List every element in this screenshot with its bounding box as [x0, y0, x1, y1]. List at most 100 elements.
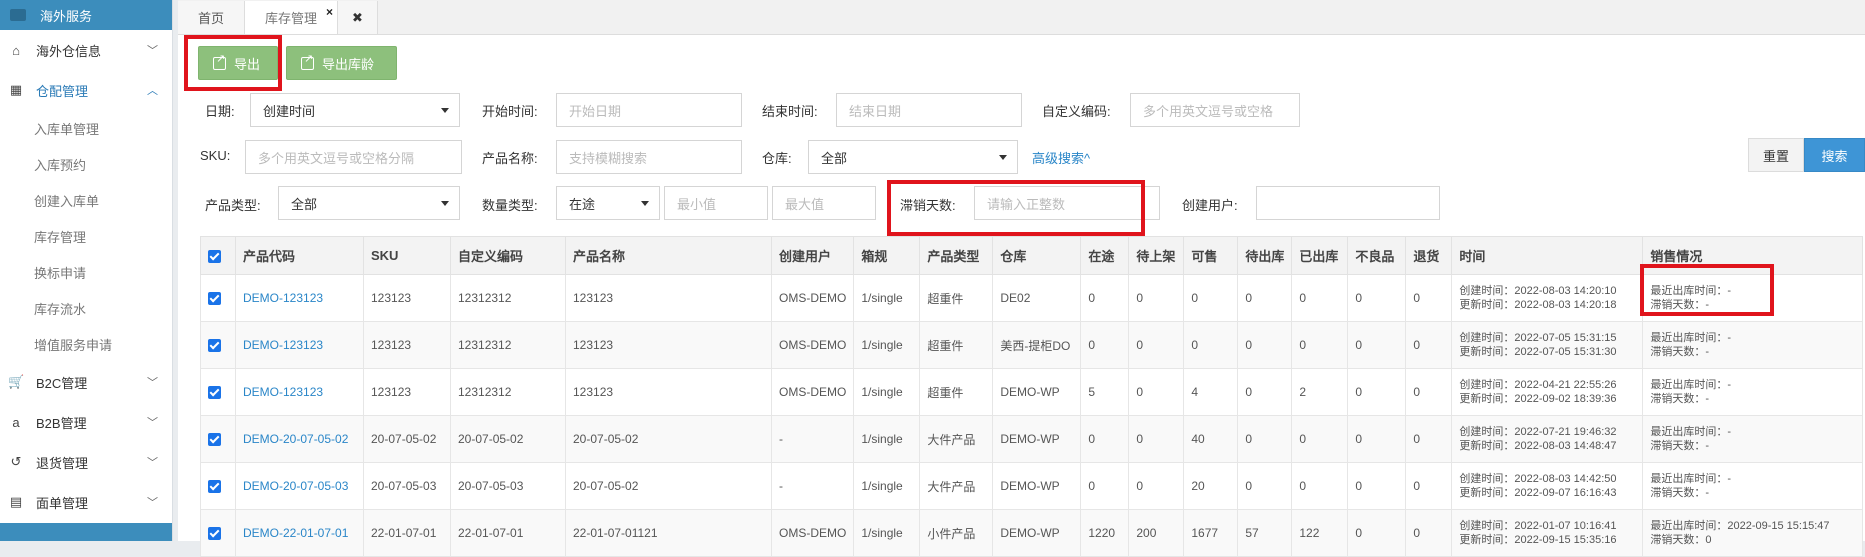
cell-transit: 0: [1080, 274, 1130, 322]
cell-shipped: 0: [1291, 321, 1349, 369]
sidebar-item-label: 海外仓信息: [36, 43, 102, 59]
product-code-link[interactable]: DEMO-123123: [235, 368, 364, 416]
table-row[interactable]: DEMO-123123 123123 12312312 123123 OMS-DEMO 1…: [200, 368, 1864, 416]
row-checkbox[interactable]: [200, 368, 236, 416]
cell-sales: 最近出库时间：- 滞销天数：-: [1642, 321, 1864, 369]
checkbox-checked-icon: [208, 339, 221, 353]
sidebar-sub-inventory[interactable]: 库存管理: [0, 218, 172, 254]
product-code-link[interactable]: DEMO-123123: [235, 321, 364, 369]
cell-defective: 0: [1347, 321, 1407, 369]
chevron-down-icon: ﹀: [147, 497, 158, 509]
sidebar-sub-inbound-booking[interactable]: 入库预约: [0, 146, 172, 182]
product-code-link[interactable]: DEMO-123123: [235, 274, 364, 322]
cell-box: 1/single: [853, 274, 921, 322]
column-header: 已出库: [1291, 236, 1349, 275]
sales-last-out: 最近出库时间：-: [1650, 285, 1732, 297]
custom-code-input[interactable]: 多个用英文逗号或空格: [1130, 93, 1300, 127]
cell-type: 超重件: [919, 368, 994, 416]
cell-sales: 最近出库时间：- 滞销天数：-: [1642, 462, 1864, 510]
sidebar-sub-inbound-orders[interactable]: 入库单管理: [0, 110, 172, 146]
sidebar-sub-relabel[interactable]: 换标申请: [0, 254, 172, 290]
cell-box: 1/single: [853, 415, 921, 463]
sidebar-item-returns[interactable]: ↺ 退货管理 ﹀: [0, 442, 172, 482]
table-row[interactable]: DEMO-123123 123123 12312312 123123 OMS-DEMO 1…: [200, 274, 1864, 322]
chevron-up-icon: ︿: [147, 85, 158, 97]
checkbox-checked-icon: [208, 292, 221, 306]
export-button[interactable]: 导出: [198, 46, 278, 80]
table-row[interactable]: DEMO-123123 123123 12312312 123123 OMS-DEMO 1…: [200, 321, 1864, 369]
cell-warehouse: 美西-提柜DO: [992, 321, 1082, 369]
sidebar-sub-create-inbound[interactable]: 创建入库单: [0, 182, 172, 218]
cell-shipped: 0: [1291, 415, 1349, 463]
time-created: 创建时间：2022-01-07 10:16:41: [1459, 520, 1617, 532]
time-updated: 更新时间：2022-09-02 18:39:36: [1459, 393, 1617, 405]
row-checkbox[interactable]: [200, 509, 236, 557]
cell-sellable: 0: [1183, 321, 1239, 369]
date-type-select[interactable]: 创建时间: [250, 93, 460, 127]
sidebar-sub-inventory-flow[interactable]: 库存流水: [0, 290, 172, 326]
start-date-input[interactable]: 开始日期: [556, 93, 742, 127]
cell-warehouse: DEMO-WP: [992, 415, 1082, 463]
product-name-input[interactable]: 支持模糊搜索: [556, 140, 742, 174]
search-button[interactable]: 搜索: [1804, 138, 1865, 172]
warehouse-select[interactable]: 全部: [808, 140, 1018, 174]
column-header: 待上架: [1128, 236, 1185, 275]
row-checkbox[interactable]: [200, 274, 236, 322]
column-header: 仓库: [992, 236, 1082, 275]
sidebar-bottom-item[interactable]: [0, 523, 172, 541]
sales-stagnant: 滞销天数：-: [1650, 440, 1710, 452]
export-age-button[interactable]: 导出库龄: [286, 46, 397, 80]
close-all-tabs-button[interactable]: ✖: [338, 1, 378, 34]
cell-sellable: 1677: [1183, 509, 1239, 557]
sidebar-item-fulfillment[interactable]: ▦ 仓配管理 ︿: [0, 70, 172, 110]
min-input[interactable]: 最小值: [664, 186, 768, 220]
sidebar-item-label: 面单管理: [36, 495, 89, 511]
tab-inventory[interactable]: 库存管理 ×: [245, 1, 339, 34]
tab-home[interactable]: 首页: [178, 1, 246, 34]
sidebar-item-warehouse-info[interactable]: ⌂ 海外仓信息 ﹀: [0, 30, 172, 70]
row-checkbox[interactable]: [200, 462, 236, 510]
column-header: 产品类型: [919, 236, 994, 275]
max-input[interactable]: 最大值: [772, 186, 876, 220]
tab-bar: 首页 库存管理 × ✖: [178, 0, 1865, 35]
product-type-select[interactable]: 全部: [278, 186, 460, 220]
sidebar-item-b2c[interactable]: 🛒 B2C管理 ﹀: [0, 362, 172, 402]
sidebar-item-label: B2C管理: [36, 375, 88, 391]
time-created: 创建时间：2022-08-03 14:42:50: [1459, 473, 1617, 485]
cell-custom: 20-07-05-03: [450, 462, 566, 510]
cell-warehouse: DE02: [992, 274, 1082, 322]
caret-down-icon: [641, 201, 649, 206]
cell-sellable: 20: [1183, 462, 1239, 510]
column-header: 产品名称: [565, 236, 772, 275]
creator-input[interactable]: [1256, 186, 1440, 220]
product-code-link[interactable]: DEMO-20-07-05-03: [235, 462, 364, 510]
column-header: 箱规: [853, 236, 921, 275]
sidebar-item-labels[interactable]: ▤ 面单管理 ﹀: [0, 482, 172, 522]
cell-custom: 20-07-05-02: [450, 415, 566, 463]
sidebar-top-item[interactable]: 海外服务: [0, 0, 172, 30]
column-header: 待出库: [1237, 236, 1293, 275]
table-row[interactable]: DEMO-22-01-07-01 22-01-07-01 22-01-07-01 22…: [200, 509, 1864, 557]
table-row[interactable]: DEMO-20-07-05-03 20-07-05-03 20-07-05-03 20…: [200, 462, 1864, 510]
table-row[interactable]: DEMO-20-07-05-02 20-07-05-02 20-07-05-02 20…: [200, 415, 1864, 463]
qty-type-select[interactable]: 在途: [556, 186, 660, 220]
stagnant-days-input[interactable]: 请输入正整数: [974, 186, 1160, 220]
column-header: 时间: [1451, 236, 1644, 275]
row-checkbox[interactable]: [200, 415, 236, 463]
end-date-input[interactable]: 结束日期: [836, 93, 1022, 127]
sidebar-item-b2b[interactable]: a B2B管理 ﹀: [0, 402, 172, 442]
caret-down-icon: [441, 108, 449, 113]
product-code-link[interactable]: DEMO-22-01-07-01: [235, 509, 364, 557]
product-code-link[interactable]: DEMO-20-07-05-02: [235, 415, 364, 463]
time-updated: 更新时间：2022-08-03 14:20:18: [1459, 299, 1617, 311]
cell-sales: 最近出库时间：- 滞销天数：-: [1642, 368, 1864, 416]
reset-button[interactable]: 重置: [1748, 138, 1804, 172]
close-icon[interactable]: ×: [326, 5, 333, 19]
row-checkbox[interactable]: [200, 321, 236, 369]
sku-input[interactable]: 多个用英文逗号或空格分隔: [245, 140, 462, 174]
advanced-search-link[interactable]: 高级搜索^: [1032, 148, 1090, 167]
select-all-checkbox[interactable]: [200, 236, 236, 275]
cell-to-ship: 0: [1237, 368, 1293, 416]
sidebar-sub-value-added[interactable]: 增值服务申请: [0, 326, 172, 362]
cell-creator: OMS-DEMO: [770, 274, 855, 322]
